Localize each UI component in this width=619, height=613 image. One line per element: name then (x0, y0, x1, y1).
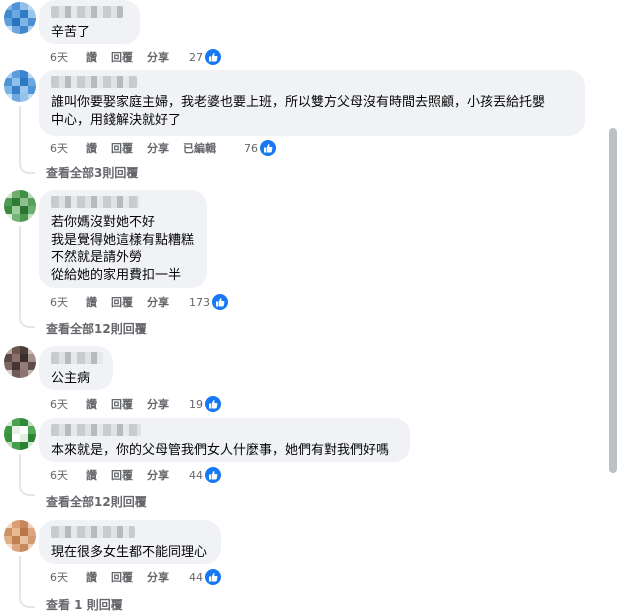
thumbs-up-icon (205, 467, 221, 483)
comment-text: 本來就是，你的父母管我們女人什麼事，她們有對我們好嗎 (51, 443, 390, 458)
scrollbar-thumb[interactable] (609, 128, 617, 473)
reaction-count-number: 173 (189, 295, 210, 309)
thumbs-up-icon (205, 569, 221, 585)
reply-button[interactable]: 回覆 (111, 467, 133, 483)
reaction-count-number: 27 (189, 50, 203, 64)
comment-time[interactable]: 6天 (50, 569, 68, 585)
comment-bubble: 公主病 (39, 346, 113, 390)
comment-time[interactable]: 6天 (50, 294, 68, 310)
like-button[interactable]: 讚 (86, 140, 97, 156)
comment-text: 辛苦了 (51, 25, 91, 40)
comment-time[interactable]: 6天 (50, 49, 68, 65)
thread-connector (19, 594, 35, 608)
author-name-redacted[interactable] (51, 526, 135, 538)
comment-bubble: 誰叫你要娶家庭主婦，我老婆也要上班，所以雙方父母沒有時間去照顧，小孩丟給托嬰 中… (39, 70, 585, 136)
reaction-count[interactable]: 44 (189, 467, 235, 483)
view-replies-link[interactable]: 查看全部3則回覆 (46, 164, 138, 181)
share-button[interactable]: 分享 (147, 49, 169, 65)
share-button[interactable]: 分享 (147, 569, 169, 585)
comment-actions: 6天 讚 回覆 分享 173 (50, 293, 242, 311)
comment-actions: 6天 讚 回覆 分享 27 (50, 48, 235, 66)
like-button[interactable]: 讚 (86, 294, 97, 310)
thumbs-up-icon (205, 396, 221, 412)
comment-actions: 6天 讚 回覆 分享 19 (50, 395, 235, 413)
comment-text: 公主病 (51, 371, 91, 386)
reaction-count-number: 44 (189, 468, 203, 482)
avatar[interactable] (4, 70, 36, 102)
reply-button[interactable]: 回覆 (111, 49, 133, 65)
like-button[interactable]: 讚 (86, 49, 97, 65)
like-button[interactable]: 讚 (86, 569, 97, 585)
reaction-count[interactable]: 173 (189, 294, 242, 310)
thread-connector (19, 314, 35, 328)
author-name-redacted[interactable] (51, 424, 141, 436)
like-button[interactable]: 讚 (86, 467, 97, 483)
comment-bubble: 本來就是，你的父母管我們女人什麼事，她們有對我們好嗎 (39, 418, 410, 462)
author-name-redacted[interactable] (51, 196, 139, 208)
thumbs-up-icon (205, 49, 221, 65)
reaction-count-number: 19 (189, 397, 203, 411)
reply-button[interactable]: 回覆 (111, 294, 133, 310)
share-button[interactable]: 分享 (147, 294, 169, 310)
reaction-count[interactable]: 27 (189, 49, 235, 65)
like-button[interactable]: 讚 (86, 396, 97, 412)
comment-text: 若你媽沒對她不好 我是覺得她這樣有點糟糕 不然就是請外勞 從給她的家用費扣一半 (51, 215, 195, 283)
reply-button[interactable]: 回覆 (111, 396, 133, 412)
avatar[interactable] (4, 418, 36, 450)
avatar[interactable] (4, 2, 36, 34)
thread-line (19, 556, 21, 596)
thread-line (19, 454, 21, 484)
thread-connector (19, 160, 35, 174)
author-name-redacted[interactable] (51, 352, 103, 364)
comment-time[interactable]: 6天 (50, 396, 68, 412)
share-button[interactable]: 分享 (147, 467, 169, 483)
reply-button[interactable]: 回覆 (111, 569, 133, 585)
view-replies-link[interactable]: 查看 1 則回覆 (46, 596, 123, 613)
thread-connector (19, 482, 35, 496)
comment-time[interactable]: 6天 (50, 467, 68, 483)
comment-text: 現在很多女生都不能同理心 (51, 545, 208, 560)
reply-button[interactable]: 回覆 (111, 140, 133, 156)
thread-line (19, 106, 21, 162)
scrollbar[interactable] (605, 0, 619, 613)
thumbs-up-icon (260, 140, 276, 156)
reaction-count[interactable]: 19 (189, 396, 235, 412)
edited-label: 已編輯 (183, 142, 216, 155)
comment-actions: 6天 讚 回覆 分享 44 (50, 568, 235, 586)
author-name-redacted[interactable] (51, 76, 137, 88)
author-name-redacted[interactable] (51, 6, 123, 18)
comment-text: 誰叫你要娶家庭主婦，我老婆也要上班，所以雙方父母沒有時間去照顧，小孩丟給托嬰 中… (51, 95, 546, 128)
comment-actions: 6天 讚 回覆 分享 44 (50, 466, 235, 484)
avatar[interactable] (4, 346, 36, 378)
thumbs-up-icon (212, 294, 228, 310)
reaction-count-number: 44 (189, 570, 203, 584)
avatar[interactable] (4, 190, 36, 222)
view-replies-link[interactable]: 查看全部12則回覆 (46, 320, 147, 337)
reaction-count[interactable]: 44 (189, 569, 235, 585)
comment-bubble: 現在很多女生都不能同理心 (39, 520, 221, 564)
comment-time[interactable]: 6天 (50, 140, 68, 156)
share-button[interactable]: 分享 (147, 396, 169, 412)
view-replies-link[interactable]: 查看全部12則回覆 (46, 493, 147, 510)
share-button[interactable]: 分享 (147, 140, 169, 156)
reaction-count[interactable]: 76 (244, 140, 290, 156)
comment-bubble: 辛苦了 (39, 0, 140, 44)
comment-actions: 6天 讚 回覆 分享 已編輯 76 (50, 139, 290, 157)
avatar[interactable] (4, 520, 36, 552)
reaction-count-number: 76 (244, 141, 258, 155)
comment-bubble: 若你媽沒對她不好 我是覺得她這樣有點糟糕 不然就是請外勞 從給她的家用費扣一半 (39, 190, 207, 288)
thread-line (19, 226, 21, 316)
